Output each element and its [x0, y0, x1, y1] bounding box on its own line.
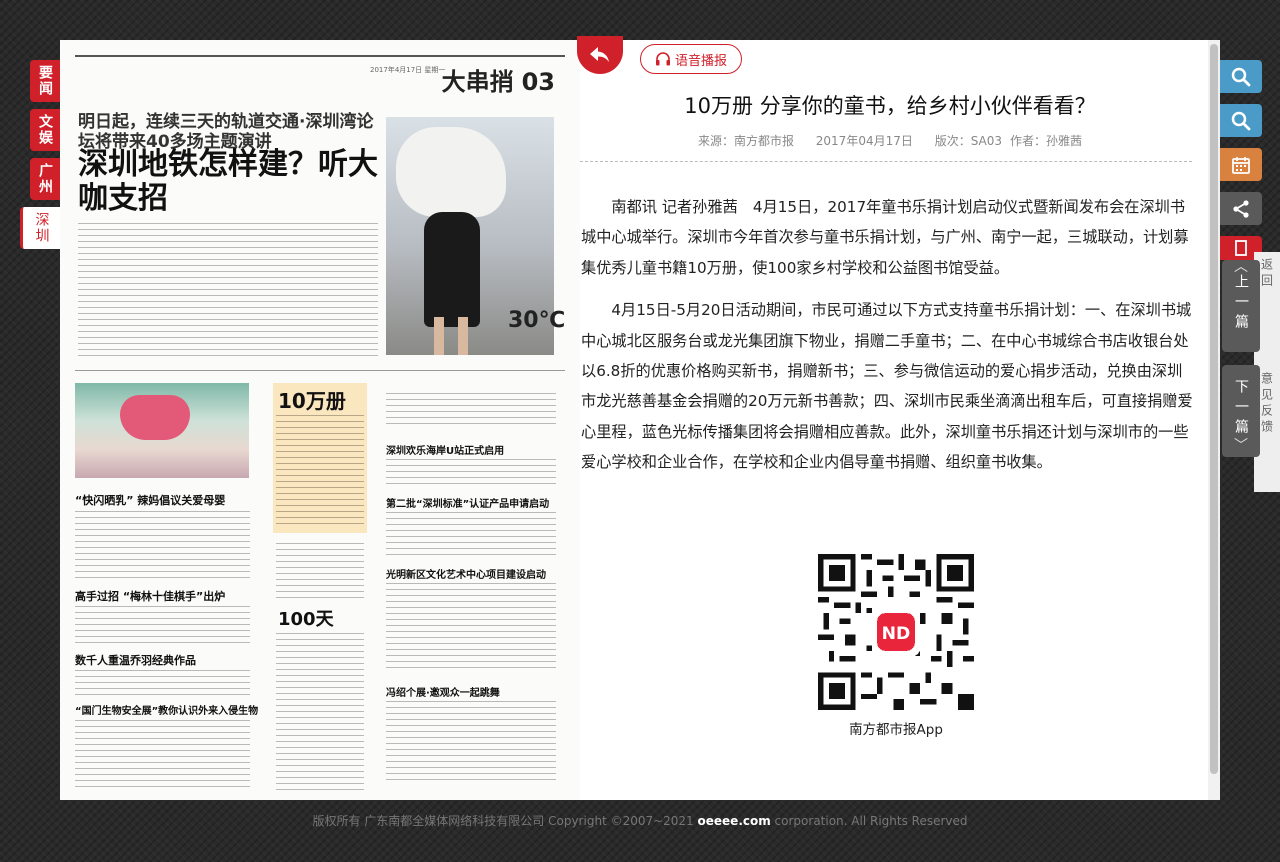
brief-head: 高手过招 “梅林十佳棋手”出炉	[75, 590, 226, 603]
column-text	[276, 540, 364, 600]
section-tab-yaowen[interactable]: 要闻	[30, 60, 60, 102]
big-number: 100天	[278, 609, 334, 630]
prev-article-button[interactable]: ︿ 上一篇	[1222, 260, 1260, 352]
column-text	[386, 456, 556, 488]
search-icon	[1231, 67, 1251, 86]
column-text	[276, 412, 364, 528]
next-article-label: 下一篇	[1233, 379, 1249, 439]
article-paragraph: 4月15日-5月20日活动期间，市民可通过以下方式支持童书乐捐计划：一、在深圳书…	[581, 301, 1193, 472]
chevron-up-icon: ︿	[1234, 259, 1248, 275]
page-masthead: 大串捎 03	[441, 68, 555, 96]
brief-head: 冯绍个展·邀观众一起跳舞	[386, 688, 500, 699]
column-text	[386, 580, 556, 670]
next-article-button[interactable]: 下一篇 ﹀	[1222, 365, 1260, 457]
column-text	[386, 698, 556, 783]
column-text	[78, 220, 378, 360]
article-edition: 版次：SA03	[934, 134, 1003, 148]
back-button[interactable]	[577, 36, 623, 74]
column-text	[386, 390, 556, 425]
footer-copyright: 版权所有 广东南都全媒体网络科技有限公司 Copyright ©2007~202…	[312, 814, 698, 828]
section-tab-guangzhou[interactable]: 广州	[30, 158, 60, 200]
brief-head: “国门生物安全展”教你认识外来入侵生物	[75, 706, 259, 717]
article-author: 作者：孙雅茜	[1010, 134, 1083, 148]
article-meta: 来源：南方都市报 2017年04月17日 版次：SA03 作者：孙雅茜	[580, 132, 1200, 149]
qr-code[interactable]: ND	[818, 554, 974, 710]
section-tabs: 要闻 文娱 广州 深圳	[20, 60, 60, 256]
qr-caption: 南方都市报App	[849, 722, 943, 738]
article-date: 2017年04月17日	[815, 134, 913, 148]
page-headline: 深圳地铁怎样建？听大咖支招	[78, 147, 378, 216]
footer-brand[interactable]: oeeee.com	[698, 814, 771, 828]
search-button[interactable]	[1220, 60, 1262, 93]
brief-head: 第二批“深圳标准”认证产品申请启动	[386, 499, 550, 510]
svg-text:ND: ND	[882, 624, 911, 644]
title-divider	[580, 161, 1192, 162]
prev-article-label: 上一篇	[1233, 274, 1249, 334]
column-text	[75, 717, 250, 787]
newspaper-page-image[interactable]: 2017年4月17日 星期一 大串捎 03 明日起，连续三天的轨道交通·深圳湾论坛…	[60, 40, 580, 800]
page-subhead: 明日起，连续三天的轨道交通·深圳湾论坛将带来40多场主题演讲	[78, 112, 374, 152]
brief-head: 深圳欢乐海岸U站正式启用	[386, 446, 505, 457]
article-paragraph: 南都讯 记者孙雅茜 4月15日，2017年童书乐捐计划启动仪式暨新闻发布会在深圳…	[581, 198, 1189, 277]
temperature-label: 30℃	[508, 308, 566, 333]
article-body: 南都讯 记者孙雅茜 4月15日，2017年童书乐捐计划启动仪式暨新闻发布会在深圳…	[581, 192, 1195, 490]
article-title: 10万册 分享你的童书，给乡村小伙伴看看？	[684, 94, 1096, 118]
back-arrow-icon	[590, 47, 609, 62]
section-tab-shenzhen[interactable]: 深圳	[20, 207, 60, 249]
column-text	[386, 509, 556, 559]
article-source: 来源：南方都市报	[697, 134, 794, 148]
main-panel: 2017年4月17日 星期一 大串捎 03 明日起，连续三天的轨道交通·深圳湾论坛…	[60, 36, 1220, 800]
column-text	[75, 603, 250, 648]
audio-play-button[interactable]: 语音播报	[640, 44, 742, 74]
scrollbar-thumb[interactable]	[1210, 44, 1218, 774]
brief-head: “快闪晒乳” 辣妈倡议关爱母婴	[75, 494, 226, 507]
chevron-down-icon: ﹀	[1234, 438, 1248, 454]
page-rule	[75, 55, 565, 57]
big-number: 10万册	[278, 389, 346, 413]
footer: 版权所有 广东南都全媒体网络科技有限公司 Copyright ©2007~202…	[0, 812, 1280, 829]
headphones-icon	[655, 52, 670, 66]
column-text	[75, 508, 250, 583]
calendar-icon	[1232, 156, 1250, 174]
share-icon	[1233, 199, 1249, 218]
share-button[interactable]	[1220, 192, 1262, 225]
footer-suffix: corporation. All Rights Reserved	[770, 814, 968, 828]
audio-label: 语音播报	[674, 53, 727, 69]
divider	[75, 370, 565, 371]
brief-head: 光明新区文化艺术中心项目建设启动	[386, 570, 546, 581]
bookmark-icon	[1235, 240, 1247, 256]
column-text	[75, 667, 250, 697]
column-text	[276, 630, 364, 790]
heart-banner	[120, 395, 190, 440]
search-icon	[1231, 111, 1251, 130]
search-page-button[interactable]	[1220, 104, 1262, 137]
section-tab-wenyu[interactable]: 文娱	[30, 109, 60, 151]
brief-head: 数千人重温乔羽经典作品	[75, 654, 196, 667]
calendar-button[interactable]	[1220, 148, 1262, 181]
